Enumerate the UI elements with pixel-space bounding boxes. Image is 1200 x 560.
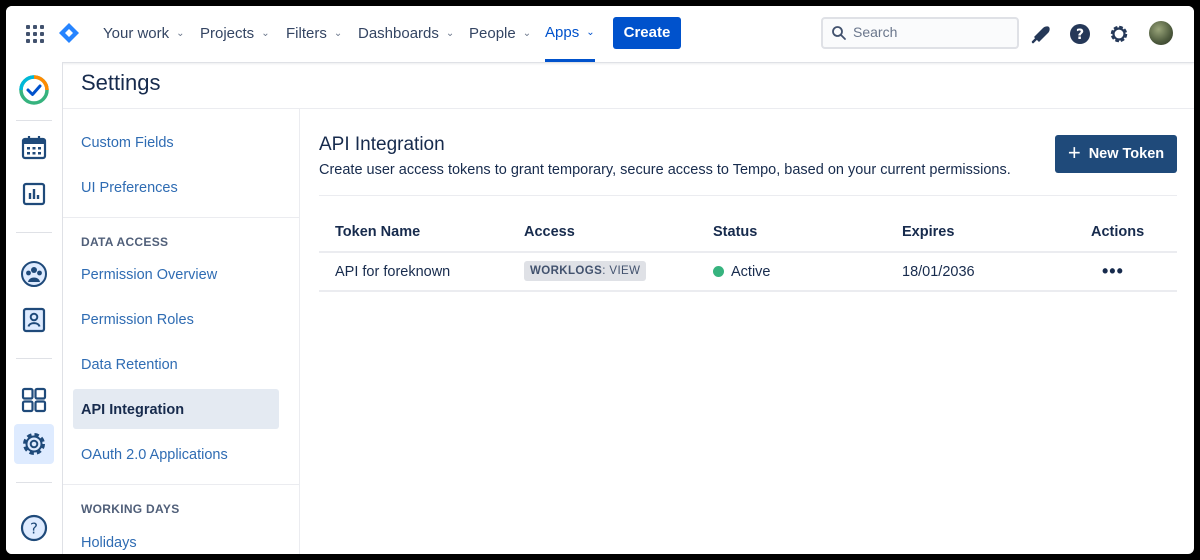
new-token-label: New Token — [1088, 146, 1165, 162]
help-icon[interactable]: ? — [1068, 22, 1092, 46]
status-cell: Active — [731, 264, 771, 280]
sidebar-item-custom-fields[interactable]: Custom Fields — [81, 135, 174, 151]
sidebar-item-oauth-applications[interactable]: OAuth 2.0 Applications — [81, 447, 228, 463]
access-lozenge: WORKLOGS: VIEW — [524, 261, 647, 281]
access-level: : VIEW — [602, 265, 641, 277]
nav-apps-label: Apps — [545, 23, 580, 41]
nav-dashboards[interactable]: Dashboards ⌄ — [358, 6, 454, 62]
column-header-status[interactable]: Status — [713, 224, 757, 240]
gear-icon[interactable] — [14, 424, 54, 464]
page-title: Settings — [81, 70, 161, 95]
plus-icon: + — [1067, 140, 1081, 165]
nav-apps[interactable]: Apps ⌄ — [545, 6, 595, 62]
avatar[interactable] — [1149, 21, 1173, 45]
sidebar-item-data-retention[interactable]: Data Retention — [81, 357, 178, 373]
token-name-cell: API for foreknown — [335, 264, 451, 280]
chevron-down-icon: ⌄ — [176, 28, 185, 39]
nav-projects-label: Projects — [200, 25, 255, 42]
section-heading-data-access: DATA ACCESS — [81, 235, 169, 249]
more-actions-icon[interactable]: ••• — [1102, 261, 1124, 282]
chevron-down-icon: ⌄ — [333, 28, 343, 39]
nav-projects[interactable]: Projects ⌄ — [200, 6, 270, 62]
section-description: Create user access tokens to grant tempo… — [319, 162, 1011, 178]
chevron-down-icon: ⌄ — [445, 28, 455, 39]
column-header-actions: Actions — [1091, 224, 1145, 240]
access-scope: WORKLOGS — [530, 265, 603, 277]
settings-gear-icon[interactable] — [1107, 22, 1131, 46]
nav-filters[interactable]: Filters ⌄ — [286, 6, 342, 62]
app-window: Your work ⌄ Projects ⌄ Filters ⌄ Dashboards… — [6, 6, 1194, 554]
row-divider — [319, 290, 1177, 292]
notifications-icon[interactable] — [1029, 22, 1053, 46]
new-token-button[interactable]: + New Token — [1055, 135, 1177, 173]
expires-cell: 18/01/2036 — [902, 264, 975, 280]
sidebar-item-ui-preferences[interactable]: UI Preferences — [81, 180, 178, 196]
tempo-logo-icon[interactable] — [14, 70, 54, 110]
search-placeholder: Search — [853, 24, 898, 40]
search-icon — [832, 26, 846, 40]
section-title: API Integration — [319, 134, 445, 155]
teams-icon[interactable] — [14, 254, 54, 294]
svg-text:?: ? — [1076, 27, 1084, 43]
nav-people-label: People — [469, 25, 516, 42]
divider — [319, 195, 1177, 196]
search-input[interactable]: Search — [821, 17, 1019, 49]
svg-text:?: ? — [30, 520, 38, 538]
sidebar-item-permission-roles[interactable]: Permission Roles — [81, 312, 194, 328]
apps-grid-icon[interactable] — [14, 380, 54, 420]
nav-your-work[interactable]: Your work ⌄ — [103, 6, 185, 62]
nav-dashboards-label: Dashboards — [358, 25, 439, 42]
create-button[interactable]: Create — [613, 17, 681, 49]
section-heading-working-days: WORKING DAYS — [81, 502, 180, 516]
chevron-down-icon: ⌄ — [522, 28, 532, 39]
help-icon[interactable]: ? — [14, 508, 54, 548]
column-header-token-name[interactable]: Token Name — [335, 224, 420, 240]
top-navigation: Your work ⌄ Projects ⌄ Filters ⌄ Dashboards… — [6, 6, 1194, 63]
user-card-icon[interactable] — [14, 300, 54, 340]
sidebar-item-api-integration-label: API Integration — [81, 402, 185, 418]
calendar-icon[interactable] — [14, 128, 54, 168]
header-divider — [319, 251, 1177, 253]
sidebar-item-permission-overview[interactable]: Permission Overview — [81, 267, 217, 283]
sidebar-item-holidays[interactable]: Holidays — [81, 535, 137, 551]
chevron-down-icon: ⌄ — [261, 28, 270, 39]
status-dot-icon — [713, 266, 724, 277]
chevron-down-icon: ⌄ — [586, 26, 595, 38]
settings-sidebar: Custom Fields UI Preferences DATA ACCESS… — [63, 109, 300, 554]
jira-logo-icon[interactable] — [58, 22, 80, 44]
nav-people[interactable]: People ⌄ — [469, 6, 531, 62]
column-header-expires[interactable]: Expires — [902, 224, 954, 240]
nav-filters-label: Filters — [286, 25, 327, 42]
column-header-access[interactable]: Access — [524, 224, 575, 240]
nav-your-work-label: Your work — [103, 25, 170, 42]
reports-icon[interactable] — [14, 174, 54, 214]
app-switcher-icon[interactable] — [26, 25, 44, 43]
tempo-rail: ? — [6, 62, 63, 554]
